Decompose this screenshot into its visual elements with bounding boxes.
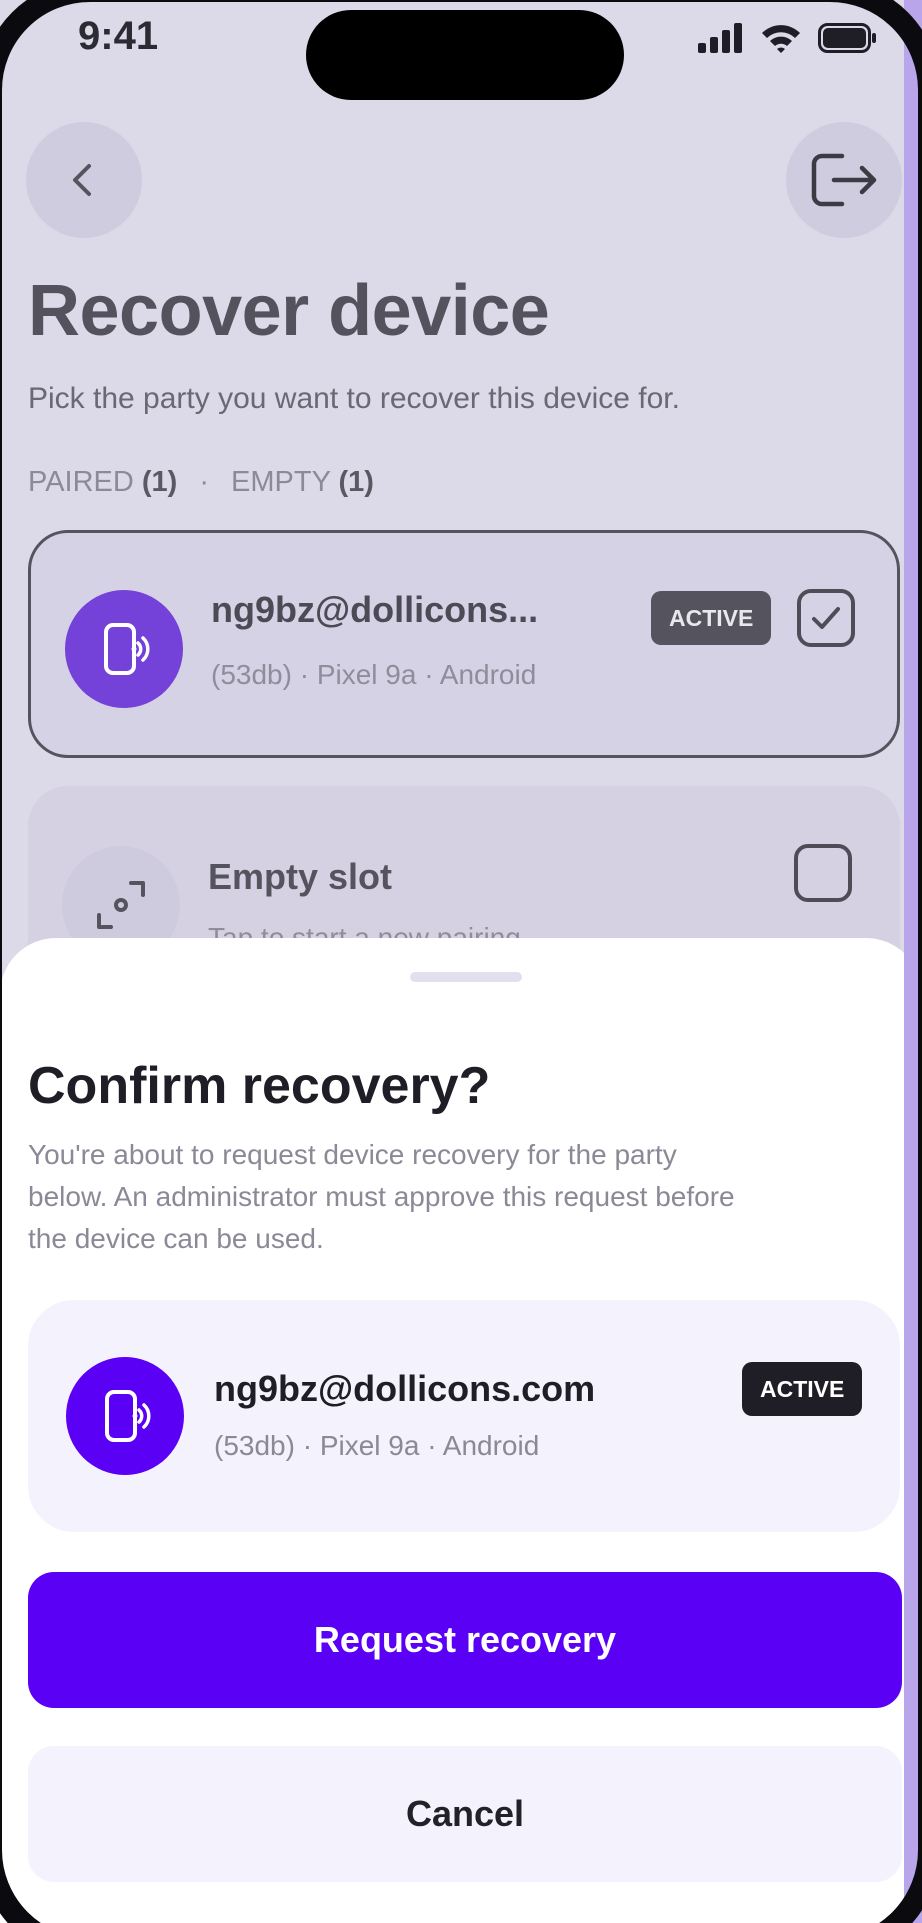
request-recovery-button[interactable]: Request recovery: [28, 1572, 902, 1708]
page-subtitle: Pick the party you want to recover this …: [28, 382, 680, 415]
filter-paired-label: PAIRED: [28, 466, 134, 498]
party-name: ng9bz@dollicons.com: [214, 1368, 596, 1409]
sheet-grabber[interactable]: [410, 972, 522, 982]
device-avatar: [66, 1357, 184, 1475]
back-button[interactable]: [26, 122, 142, 238]
party-card-selected[interactable]: ng9bz@dollicons... (53db) · Pixel 9a · A…: [28, 530, 900, 758]
empty-slot-title: Empty slot: [208, 856, 393, 897]
party-name: ng9bz@dollicons...: [211, 589, 539, 630]
party-meta: (53db) · Pixel 9a · Android: [214, 1430, 540, 1461]
status-time: 9:41: [78, 14, 159, 58]
status-badge: ACTIVE: [742, 1362, 863, 1416]
chevron-left-icon: [73, 164, 91, 196]
wifi-icon: [762, 25, 800, 53]
logout-button[interactable]: [786, 122, 902, 238]
page-title: Recover device: [28, 271, 550, 351]
phone-screen: Recover device Pick the party you want t…: [0, 0, 922, 1923]
filter-tabs: PAIRED (1) · EMPTY (1): [28, 466, 374, 499]
party-checkbox[interactable]: [797, 589, 855, 647]
phone-signal-icon: [105, 1390, 151, 1442]
logout-icon: [811, 153, 877, 207]
device-avatar: [65, 590, 183, 708]
filter-empty[interactable]: EMPTY (1): [231, 466, 374, 499]
confirm-party-card: ng9bz@dollicons.com (53db) · Pixel 9a · …: [28, 1300, 900, 1532]
battery-icon: [818, 23, 876, 53]
sheet-title: Confirm recovery?: [28, 1057, 491, 1115]
check-icon: [812, 607, 840, 629]
confirm-recovery-sheet: Confirm recovery? You're about to reques…: [0, 938, 922, 1923]
filter-empty-count: (1): [338, 466, 374, 498]
cellular-signal-icon: [698, 23, 742, 53]
sheet-description: You're about to request device recovery …: [28, 1139, 735, 1254]
scan-icon: [97, 881, 145, 929]
status-icons: [698, 22, 876, 54]
filter-paired[interactable]: PAIRED (1): [28, 466, 177, 499]
filter-separator: ·: [199, 466, 210, 498]
cancel-button[interactable]: Cancel: [28, 1746, 902, 1882]
party-meta: (53db) · Pixel 9a · Android: [211, 659, 537, 690]
status-badge: ACTIVE: [651, 591, 772, 645]
filter-paired-count: (1): [141, 466, 178, 498]
dynamic-island: [306, 10, 624, 100]
device-frame-edge: [904, 0, 922, 1923]
filter-empty-label: EMPTY: [231, 466, 331, 498]
empty-slot-checkbox[interactable]: [794, 844, 852, 902]
phone-signal-icon: [104, 623, 150, 675]
